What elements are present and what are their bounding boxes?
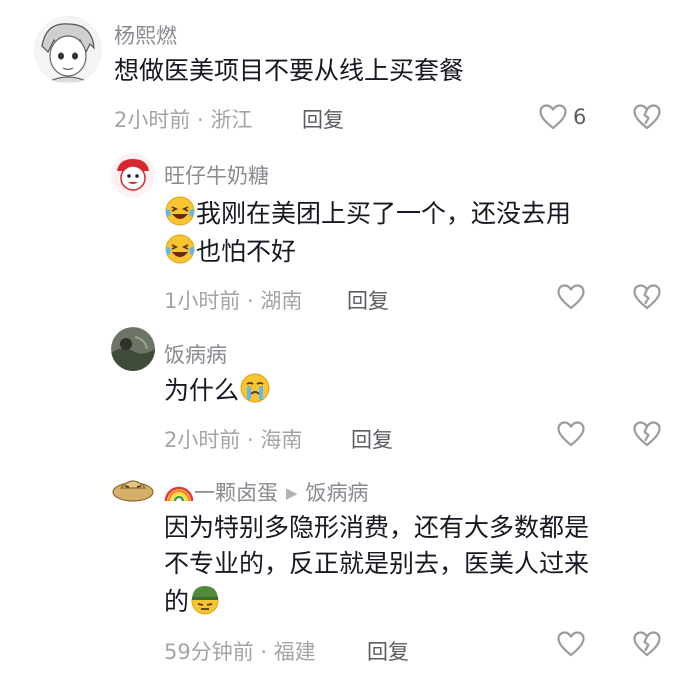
comment-text-line: 我刚在美团上买了一个，还没去用 [164, 195, 571, 233]
reply-button[interactable]: 回复 [347, 285, 389, 315]
comment-text: 的 [164, 587, 190, 616]
dislike-button[interactable] [633, 421, 661, 451]
soldier-helmet-emoji [189, 583, 221, 615]
reply-arrow-icon: ▶ [286, 484, 298, 502]
crying-emoji [239, 372, 271, 404]
laughing-crying-emoji [164, 195, 196, 227]
avatar[interactable] [111, 327, 155, 371]
heart-outline-icon [557, 631, 585, 657]
comment-text: 想做医美项目不要从线上买套餐 [114, 56, 465, 85]
broken-heart-icon [633, 284, 661, 310]
like-count: 6 [573, 105, 587, 129]
comment-text: 也怕不好 [196, 237, 297, 266]
dislike-button[interactable] [633, 104, 661, 134]
comment-text: 我刚在美团上买了一个，还没去用 [196, 199, 572, 228]
dislike-button[interactable] [633, 631, 661, 661]
time-location: 59分钟前 · 福建 [164, 640, 316, 664]
avatar[interactable] [111, 466, 155, 510]
like-button[interactable]: 6 [539, 104, 586, 130]
rainbow-emoji [164, 486, 194, 502]
comment-text-line: 为什么 [164, 372, 271, 410]
comment-text: 不专业的，反正就是别去，医美人过来 [164, 549, 590, 578]
comment-text: 为什么 [164, 376, 240, 405]
time-location: 1小时前 · 湖南 [164, 289, 303, 313]
avatar[interactable] [111, 153, 155, 197]
like-button[interactable] [557, 421, 585, 447]
broken-heart-icon [633, 421, 661, 447]
reply-to-username[interactable]: 饭病病 [306, 481, 369, 505]
avatar[interactable] [34, 16, 102, 84]
like-button[interactable] [557, 284, 585, 310]
heart-outline-icon [539, 104, 567, 130]
comment-text: 因为特别多隐形消费，还有大多数都是 [164, 513, 590, 542]
broken-heart-icon [633, 631, 661, 657]
username[interactable]: 杨熙燃 [114, 20, 177, 50]
username[interactable]: 一颗卤蛋 [194, 481, 278, 505]
heart-outline-icon [557, 284, 585, 310]
dislike-button[interactable] [633, 284, 661, 314]
like-button[interactable] [557, 631, 585, 657]
heart-outline-icon [557, 421, 585, 447]
username[interactable]: 饭病病 [164, 339, 227, 369]
reply-button[interactable]: 回复 [351, 424, 393, 454]
broken-heart-icon [633, 104, 661, 130]
reply-button[interactable]: 回复 [302, 104, 344, 134]
comment-text-line: 的 [164, 583, 221, 621]
username[interactable]: 旺仔牛奶糖 [164, 160, 269, 190]
reply-button[interactable]: 回复 [367, 636, 409, 666]
laughing-crying-emoji [164, 233, 196, 265]
time-location: 2小时前 · 海南 [164, 428, 303, 452]
time-location: 2小时前 · 浙江 [114, 108, 253, 132]
username-row: 一颗卤蛋 ▶ 饭病病 [164, 477, 369, 507]
comment-text-line: 也怕不好 [164, 233, 296, 271]
